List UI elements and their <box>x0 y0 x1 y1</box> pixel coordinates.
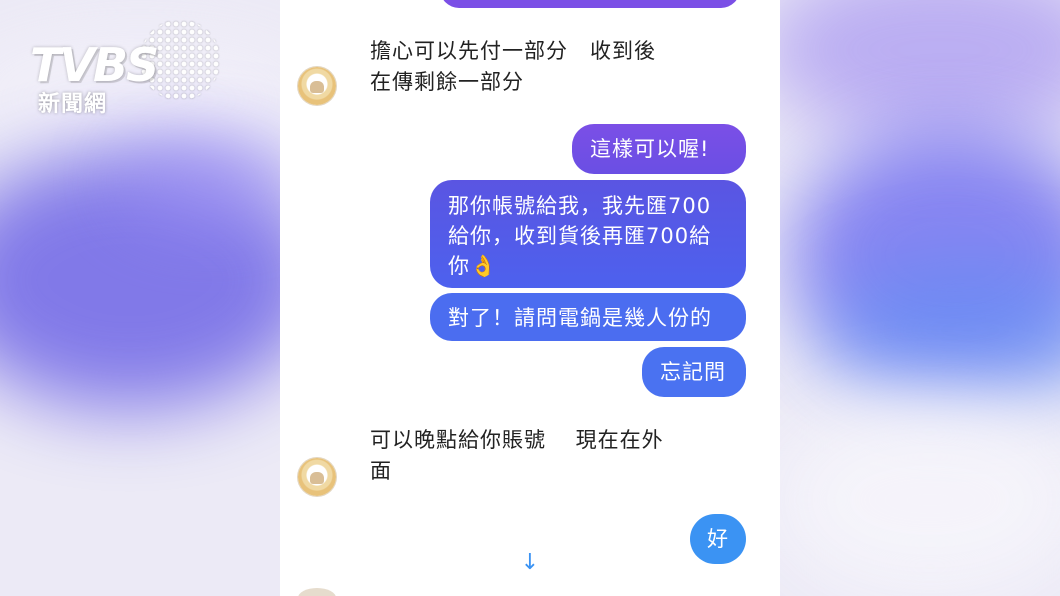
received-message: 可以晚點給你賬號 現在在外 面 <box>370 425 664 487</box>
message-line: 在傳剩餘一部分 <box>370 70 524 94</box>
contact-avatar[interactable] <box>298 458 336 496</box>
logo-wordmark: TVBS <box>30 38 159 92</box>
message-line: 擔心可以先付一部分 收到後 <box>370 39 656 63</box>
sent-message-bubble[interactable]: 對了！請問電鍋是幾人份的 <box>430 293 746 341</box>
message-line: 那你帳號給我，我先匯700 <box>448 194 712 218</box>
sent-message-bubble[interactable]: 這樣可以喔! <box>572 124 746 174</box>
received-message: 擔心可以先付一部分 收到後 在傳剩餘一部分 <box>370 36 656 98</box>
previous-message-bubble <box>440 0 740 8</box>
message-line: 可以晚點給你賬號 現在在外 <box>370 428 664 452</box>
sent-message-bubble[interactable]: 忘記問 <box>642 347 746 397</box>
ok-hand-emoji-icon: 👌 <box>470 254 498 278</box>
sent-message-bubble[interactable]: 那你帳號給我，我先匯700 給你，收到貨後再匯700給 你👌 <box>430 180 746 288</box>
sent-message-bubble[interactable]: 好 <box>690 514 746 564</box>
message-line: 面 <box>370 459 392 483</box>
message-text: 這樣可以喔! <box>590 137 710 161</box>
message-text: 忘記問 <box>660 360 726 384</box>
contact-avatar[interactable] <box>298 67 336 105</box>
tvbs-logo: TVBS 新聞網 <box>28 18 220 118</box>
arrow-down-icon[interactable]: ↓ <box>518 550 542 576</box>
chat-panel[interactable]: 擔心可以先付一部分 收到後 在傳剩餘一部分 這樣可以喔! 那你帳號給我，我先匯7… <box>280 0 780 596</box>
message-line: 給你，收到貨後再匯700給 <box>448 224 712 248</box>
message-text: 好 <box>707 527 729 551</box>
contact-avatar <box>298 588 336 596</box>
message-text: 對了！請問電鍋是幾人份的 <box>448 306 712 330</box>
message-line: 你👌 <box>448 254 498 278</box>
logo-subtitle: 新聞網 <box>38 92 108 117</box>
